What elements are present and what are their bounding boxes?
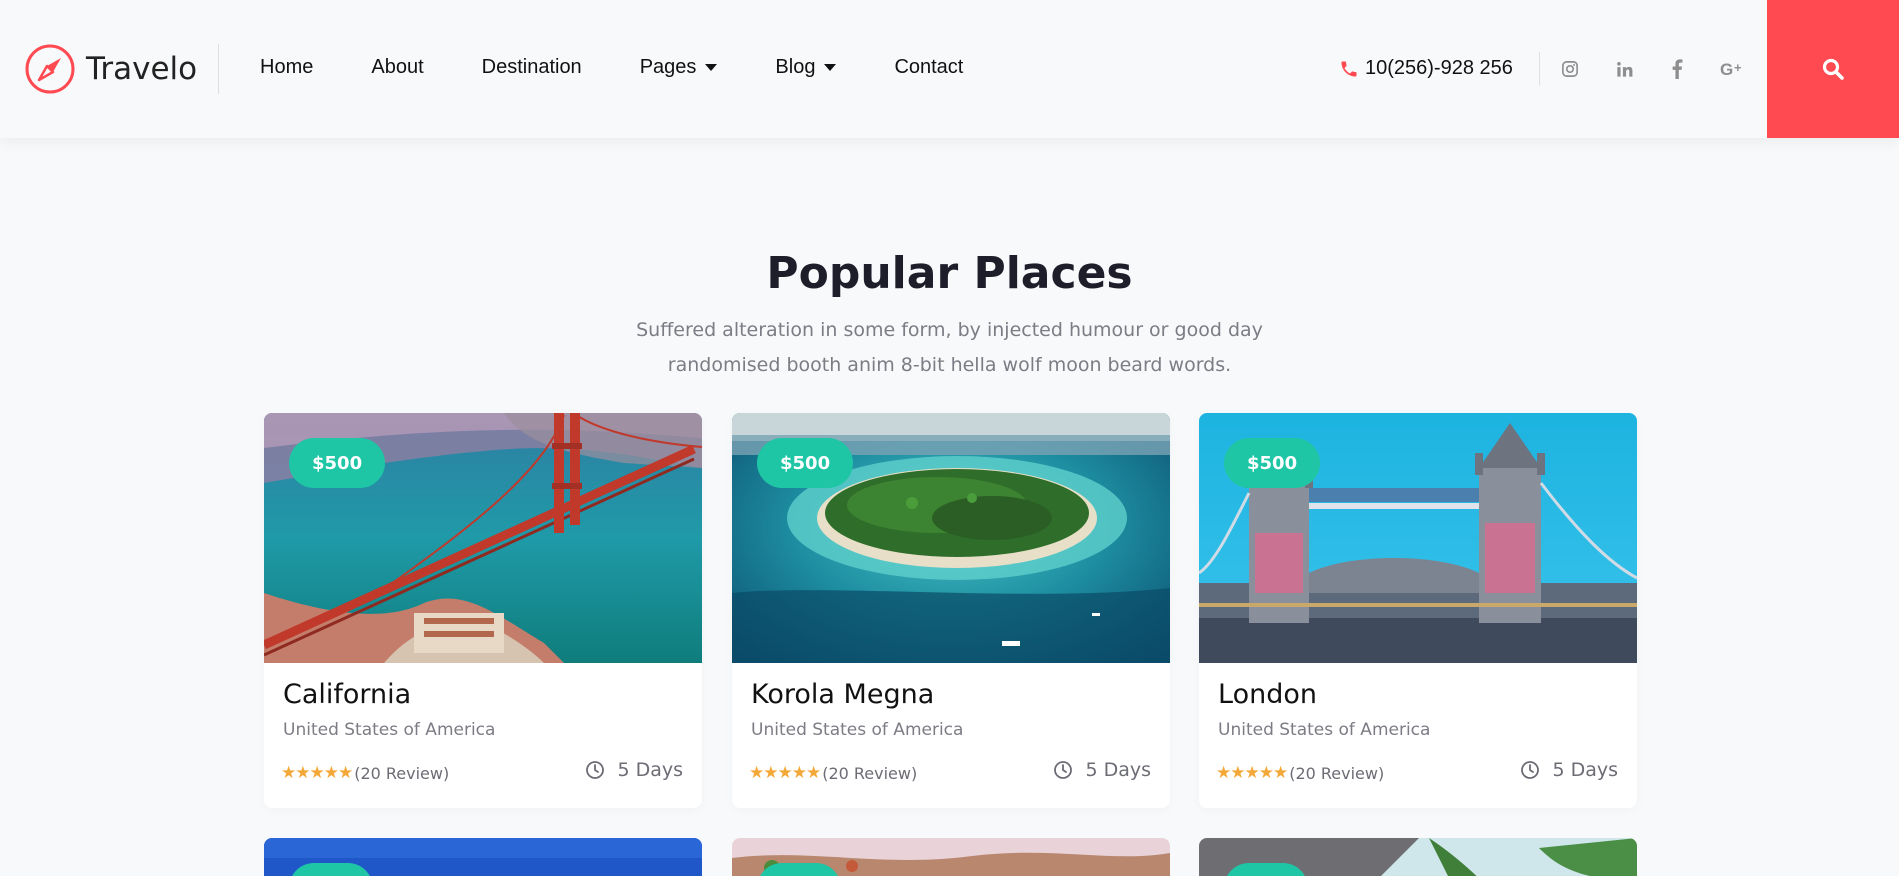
duration: 5 Days [1520,759,1618,781]
section-title: Popular Places [766,248,1133,299]
logo-divider [218,44,219,94]
phone-number: 10(256)-928 256 [1365,57,1513,79]
clock-icon [1521,761,1540,779]
section-subtitle: Suffered alteration in some form, by inj… [636,319,1263,376]
svg-text:+: + [1734,60,1742,75]
place-card-partial[interactable] [264,838,702,876]
rating: ★★★★★ (20 Review) [1216,763,1384,783]
caret-down-icon [705,64,718,71]
nav-contact[interactable]: Contact [894,56,963,79]
nav-destination[interactable]: Destination [482,56,582,79]
place-card[interactable]: $500 California United States of America… [264,413,702,808]
place-country: United States of America [1218,720,1431,740]
clock-icon [1054,761,1073,779]
duration: 5 Days [585,759,683,781]
place-card-partial[interactable] [1199,838,1637,876]
place-title[interactable]: Korola Megna [751,679,934,710]
review-count: (20 Review) [354,763,450,783]
search-icon [1822,58,1844,80]
social-divider [1539,52,1540,86]
place-country: United States of America [283,720,496,740]
rating: ★★★★★ (20 Review) [281,763,449,783]
review-count: (20 Review) [822,763,918,783]
linkedin-icon[interactable] [1612,57,1636,81]
clock-icon [586,761,605,779]
site-header: Travelo Home About Destination Pages Blo… [0,0,1899,138]
place-title[interactable]: London [1218,679,1317,710]
duration-text: 5 Days [1085,759,1151,781]
logo-text: Travelo [86,51,198,87]
svg-text:G: G [1720,60,1733,79]
main-nav: Home About Destination Pages Blog Contac… [260,56,1021,79]
instagram-icon[interactable] [1558,57,1582,81]
search-button[interactable] [1767,0,1899,138]
compass-icon [25,44,75,94]
star-rating-icon: ★★★★★ [281,763,353,782]
facebook-icon[interactable] [1665,57,1689,81]
place-card[interactable]: $500 Korola Megna United States of Ameri… [732,413,1170,808]
review-count: (20 Review) [1289,763,1385,783]
nav-about[interactable]: About [371,56,423,79]
duration: 5 Days [1053,759,1151,781]
price-badge: $500 [1224,438,1321,488]
duration-text: 5 Days [1552,759,1618,781]
place-card[interactable]: $500 London United States of America ★★★… [1199,413,1637,808]
phone-icon [1341,61,1357,76]
nav-blog[interactable]: Blog [775,56,837,79]
place-card-partial[interactable] [732,838,1170,876]
place-image[interactable]: $500 [264,413,702,663]
rating: ★★★★★ (20 Review) [749,763,917,783]
place-image[interactable]: $500 [1199,413,1637,663]
price-badge: $500 [757,438,854,488]
phone-contact[interactable]: 10(256)-928 256 [1339,57,1513,80]
caret-down-icon [824,64,837,71]
star-rating-icon: ★★★★★ [749,763,821,782]
nav-home[interactable]: Home [260,56,313,79]
place-title[interactable]: California [283,679,411,710]
place-country: United States of America [751,720,964,740]
logo[interactable]: Travelo [24,43,197,95]
google-plus-icon[interactable]: G + [1718,57,1750,81]
place-image[interactable]: $500 [732,413,1170,663]
nav-pages[interactable]: Pages [640,56,718,79]
price-badge: $500 [289,438,386,488]
duration-text: 5 Days [617,759,683,781]
star-rating-icon: ★★★★★ [1216,763,1288,782]
